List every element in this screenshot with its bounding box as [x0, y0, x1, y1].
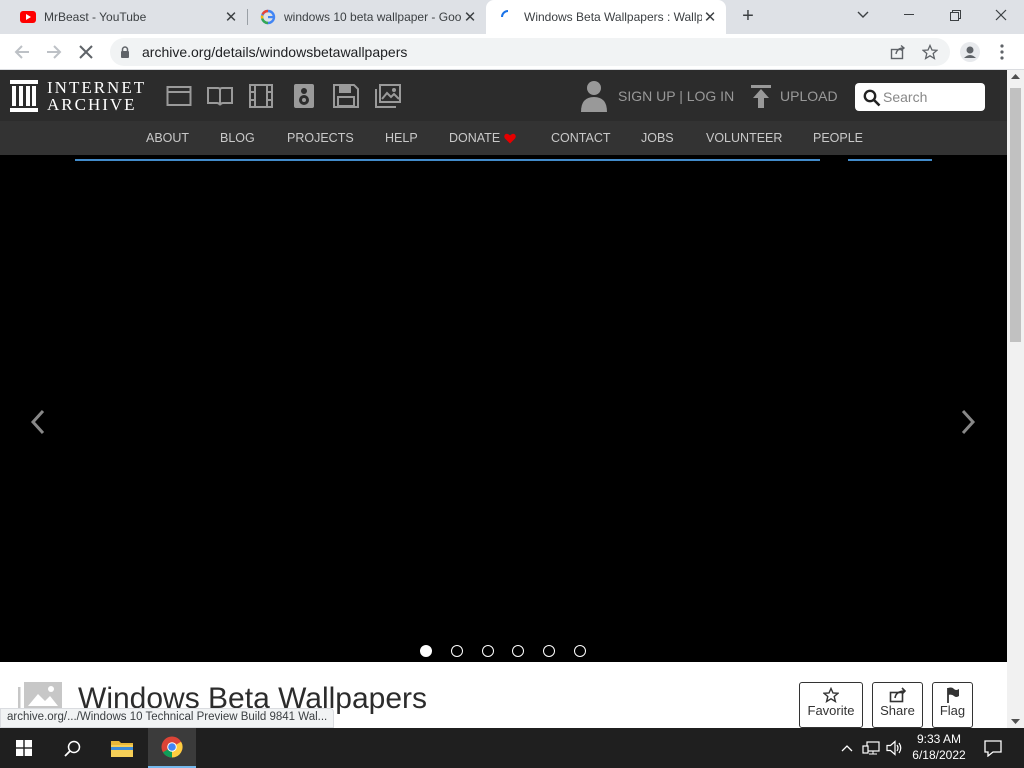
tray-chevron-up-icon[interactable]	[838, 728, 856, 768]
signup-login-link[interactable]: SIGN UP | LOG IN	[618, 88, 734, 104]
share-button[interactable]: Share	[872, 682, 923, 728]
nav-projects[interactable]: PROJECTS	[287, 131, 354, 145]
notifications-icon[interactable]	[978, 728, 1008, 768]
user-icon[interactable]	[580, 80, 608, 112]
forward-arrow-icon[interactable]	[42, 40, 66, 64]
share-label: Share	[880, 703, 915, 718]
logo-text-archive: ARCHIVE	[47, 95, 137, 114]
youtube-icon	[20, 11, 36, 23]
share-icon	[889, 687, 906, 703]
tab-google[interactable]: windows 10 beta wallpaper - Goo ✕	[248, 0, 486, 34]
chevron-right-icon[interactable]	[960, 409, 976, 435]
search-icon	[863, 89, 881, 107]
link-status-bubble: archive.org/.../Windows 10 Technical Pre…	[0, 708, 335, 728]
carousel-dot[interactable]	[574, 645, 586, 657]
ia-header: INTERNET ARCHIVE SIGN UP | LOG IN UPLOAD…	[0, 70, 1007, 121]
upload-link[interactable]: UPLOAD	[780, 88, 838, 104]
favorite-button[interactable]: Favorite	[799, 682, 863, 728]
close-tab-icon[interactable]: ✕	[702, 9, 718, 26]
chrome-taskbar-icon[interactable]	[148, 728, 196, 768]
file-explorer-icon[interactable]	[98, 728, 146, 768]
minimize-icon[interactable]	[886, 0, 932, 30]
share-page-icon[interactable]	[888, 42, 908, 62]
new-tab-button[interactable]: +	[736, 4, 760, 28]
nav-volunteer[interactable]: VOLUNTEER	[706, 131, 782, 145]
carousel-dot[interactable]	[512, 645, 524, 657]
flag-button[interactable]: Flag	[932, 682, 973, 728]
video-icon[interactable]	[248, 84, 274, 108]
image-carousel	[0, 155, 1007, 662]
flag-label: Flag	[939, 703, 966, 718]
tab-youtube[interactable]: MrBeast - YouTube ✕	[0, 0, 247, 34]
star-icon	[823, 687, 839, 703]
taskbar-search-icon[interactable]	[48, 728, 96, 768]
google-icon	[260, 9, 276, 25]
nav-people[interactable]: PEOPLE	[813, 131, 863, 145]
texts-icon[interactable]	[207, 84, 233, 108]
address-bar[interactable]: archive.org/details/windowsbetawallpaper…	[110, 38, 950, 66]
upload-icon[interactable]	[751, 85, 771, 109]
bookmark-star-icon[interactable]	[920, 42, 940, 62]
heart-icon	[504, 133, 516, 144]
carousel-dot[interactable]	[543, 645, 555, 657]
carousel-dot[interactable]	[420, 645, 432, 657]
scroll-down-arrow-icon[interactable]	[1007, 714, 1024, 728]
nav-about[interactable]: ABOUT	[146, 131, 189, 145]
ia-nav-bar: ABOUT BLOG PROJECTS HELP DONATE CONTACT …	[0, 121, 1007, 155]
stop-loading-icon[interactable]	[74, 40, 98, 64]
network-icon[interactable]	[860, 728, 882, 768]
tab-search-icon[interactable]	[840, 0, 886, 30]
search-input[interactable]: Search	[883, 89, 927, 105]
carousel-image-edge	[848, 159, 932, 161]
url-text[interactable]: archive.org/details/windowsbetawallpaper…	[142, 44, 407, 60]
clock-time: 9:33 AM	[916, 732, 962, 746]
chevron-left-icon[interactable]	[30, 409, 46, 435]
ia-logo[interactable]: INTERNET ARCHIVE	[10, 78, 145, 114]
favorite-label: Favorite	[807, 703, 855, 718]
windows-taskbar: 9:33 AM 6/18/2022	[0, 728, 1024, 768]
nav-donate[interactable]: DONATE	[449, 131, 500, 145]
tab-title: Windows Beta Wallpapers : Wallp	[524, 10, 702, 24]
page-scrollbar[interactable]	[1007, 70, 1024, 728]
carousel-image-edge	[75, 159, 820, 161]
nav-blog[interactable]: BLOG	[220, 131, 255, 145]
restore-icon[interactable]	[932, 0, 978, 30]
nav-help[interactable]: HELP	[385, 131, 418, 145]
volume-icon[interactable]	[884, 728, 906, 768]
loading-spinner-icon	[501, 10, 509, 18]
tab-archive-active[interactable]: Windows Beta Wallpapers : Wallp ✕	[486, 0, 726, 34]
tab-title: windows 10 beta wallpaper - Goo	[284, 10, 462, 24]
close-tab-icon[interactable]: ✕	[223, 9, 239, 26]
images-icon[interactable]	[375, 84, 401, 108]
back-arrow-icon[interactable]	[10, 40, 34, 64]
ia-search-box[interactable]: Search	[855, 83, 985, 111]
nav-jobs[interactable]: JOBS	[641, 131, 674, 145]
carousel-dot[interactable]	[451, 645, 463, 657]
scroll-thumb[interactable]	[1010, 88, 1021, 342]
carousel-dot[interactable]	[482, 645, 494, 657]
lock-icon[interactable]	[120, 46, 130, 58]
kebab-menu-icon[interactable]	[990, 40, 1014, 64]
profile-avatar-icon[interactable]	[958, 40, 982, 64]
browser-toolbar: archive.org/details/windowsbetawallpaper…	[0, 34, 1024, 70]
windows-start-icon[interactable]	[0, 728, 48, 768]
close-window-icon[interactable]	[978, 0, 1024, 30]
tab-strip: MrBeast - YouTube ✕ windows 10 beta wall…	[0, 0, 1024, 34]
scroll-up-arrow-icon[interactable]	[1007, 70, 1024, 84]
tab-title: MrBeast - YouTube	[44, 10, 147, 24]
nav-contact[interactable]: CONTACT	[551, 131, 611, 145]
system-clock[interactable]: 9:33 AM 6/18/2022	[906, 728, 972, 768]
web-icon[interactable]	[166, 84, 192, 108]
archive-building-icon	[10, 80, 38, 112]
clock-date: 6/18/2022	[912, 748, 966, 762]
audio-icon[interactable]	[291, 84, 317, 108]
software-icon[interactable]	[333, 84, 359, 108]
flag-icon	[946, 687, 959, 703]
close-tab-icon[interactable]: ✕	[462, 9, 478, 26]
